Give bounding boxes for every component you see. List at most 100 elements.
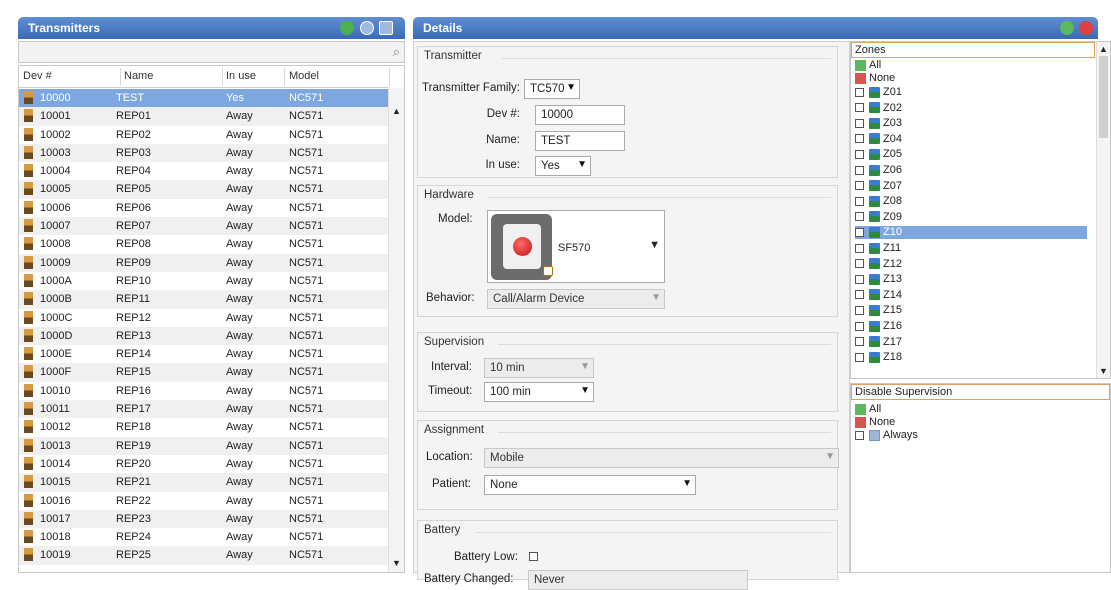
table-row[interactable]: 10003 REP03 Away NC571 [19,143,389,163]
family-select[interactable]: TC570 ▼ [524,79,580,99]
table-row[interactable]: 10015 REP21 Away NC571 [19,473,389,492]
search-input[interactable]: ⌕ [18,41,405,63]
table-row[interactable]: 10009 REP09 Away NC571 [19,253,389,272]
table-row[interactable]: 10005 REP05 Away NC571 [19,180,389,199]
table-row[interactable]: 10007 REP07 Away NC571 [19,217,389,236]
zone-checkbox[interactable] [855,259,864,269]
zone-item[interactable]: Z07 [855,180,902,193]
zone-checkbox[interactable] [855,305,864,315]
zone-item[interactable]: Z16 [855,320,902,333]
table-row[interactable]: 10002 REP02 Away NC571 [19,126,389,144]
zone-item[interactable]: Z03 [855,117,902,130]
behavior-select[interactable]: Call/Alarm Device ▼ [487,289,665,309]
dev-field[interactable]: 10000 [535,105,625,125]
zone-item[interactable]: Z12 [855,258,902,271]
copy-icon[interactable] [360,21,374,35]
zone-item[interactable]: Z18 [855,351,902,364]
zone-icon [869,273,880,285]
table-row[interactable]: 10019 REP25 Away NC571 [19,546,389,565]
table-row[interactable]: 10016 REP22 Away NC571 [19,492,389,510]
table-row[interactable]: 1000E REP14 Away NC571 [19,345,389,363]
zones-all[interactable]: All [855,59,881,72]
table-row[interactable]: 10004 REP04 Away NC571 [19,162,389,180]
column-header-dev[interactable]: Dev # [23,70,52,82]
search-icon[interactable]: ⌕ [393,44,400,60]
table-row[interactable]: 1000F REP15 Away NC571 [19,363,389,382]
table-row[interactable]: 1000B REP11 Away NC571 [19,290,389,309]
name-field[interactable]: TEST [535,131,625,151]
table-row[interactable]: 10010 REP16 Away NC571 [19,382,389,400]
timeout-select[interactable]: 100 min ▼ [484,382,594,402]
location-select[interactable]: Mobile ▼ [484,448,839,468]
disable-supervision-title: Disable Supervision [851,384,1110,400]
table-row[interactable]: 10017 REP23 Away NC571 [19,509,389,529]
column-header-in-use[interactable]: In use [226,70,256,82]
zone-checkbox[interactable] [855,290,864,300]
battery-low-checkbox[interactable] [529,552,538,561]
zone-item[interactable]: Z13 [855,273,902,286]
zone-item[interactable]: Z09 [855,211,902,224]
delete-icon[interactable] [379,21,393,35]
zone-item[interactable]: ✓ Z10 [855,226,1087,240]
zone-checkbox[interactable] [855,321,864,331]
zone-checkbox[interactable] [855,134,864,144]
table-row[interactable]: 1000A REP10 Away NC571 [19,272,389,290]
zone-checkbox[interactable] [855,165,864,175]
table-row[interactable]: 10000 TEST Yes NC571 [19,89,389,108]
scroll-up-icon[interactable]: ▲ [1099,44,1108,54]
zone-checkbox[interactable] [855,352,864,362]
confirm-icon[interactable] [1060,21,1074,35]
zone-item[interactable]: Z08 [855,195,902,208]
disable-all[interactable]: All [855,403,881,416]
zone-item[interactable]: Z14 [855,289,902,302]
zone-item[interactable]: Z15 [855,304,902,317]
disable-item-always[interactable]: Always [855,429,918,442]
zones-none[interactable]: None [855,72,895,85]
zone-checkbox[interactable] [855,212,864,222]
table-row[interactable]: 10014 REP20 Away NC571 [19,455,389,473]
always-checkbox[interactable] [855,430,864,440]
zone-checkbox[interactable] [855,196,864,206]
patient-select[interactable]: None ▼ [484,475,696,495]
table-row[interactable]: 10018 REP24 Away NC571 [19,528,389,546]
zone-checkbox[interactable] [855,149,864,159]
table-row[interactable]: 1000C REP12 Away NC571 [19,309,389,327]
scroll-up-icon[interactable]: ▲ [392,106,401,116]
scroll-down-icon[interactable]: ▼ [392,558,401,568]
table-row[interactable]: 10013 REP19 Away NC571 [19,436,389,455]
model-select[interactable]: SF570 ▼ [487,210,665,283]
zones-scrollbar[interactable]: ▲ ▼ [1096,42,1110,378]
zone-checkbox[interactable]: ✓ [855,227,864,237]
table-row[interactable]: 10001 REP01 Away NC571 [19,107,389,126]
zone-checkbox[interactable] [855,243,864,253]
column-header-name[interactable]: Name [124,70,153,82]
zone-item[interactable]: Z17 [855,336,902,349]
zone-item[interactable]: Z01 [855,86,902,99]
zone-item[interactable]: Z04 [855,133,902,146]
table-row[interactable]: 10011 REP17 Away NC571 [19,400,389,419]
table-row[interactable]: 10008 REP08 Away NC571 [19,235,389,253]
zone-checkbox[interactable] [855,103,864,113]
interval-select[interactable]: 10 min ▼ [484,358,594,378]
table-row[interactable]: 10012 REP18 Away NC571 [19,418,389,436]
scroll-thumb[interactable] [1099,56,1108,138]
column-header-model[interactable]: Model [289,70,319,82]
zone-checkbox[interactable] [855,181,864,191]
scroll-down-icon[interactable]: ▼ [1099,366,1108,376]
zone-checkbox[interactable] [855,274,864,284]
transmitter-icon [24,328,33,342]
cancel-icon[interactable] [1079,21,1093,35]
table-scrollbar[interactable]: ▲ ▼ [388,88,404,572]
table-row[interactable]: 1000D REP13 Away NC571 [19,326,389,346]
table-row[interactable]: 10006 REP06 Away NC571 [19,199,389,217]
zone-checkbox[interactable] [855,337,864,347]
zone-item[interactable]: Z06 [855,164,902,177]
zone-checkbox[interactable] [855,118,864,128]
zone-item[interactable]: Z02 [855,102,902,115]
add-icon[interactable] [340,21,354,35]
zone-item[interactable]: Z05 [855,148,902,161]
disable-none[interactable]: None [855,416,895,429]
in-use-select[interactable]: Yes ▼ [535,156,591,176]
zone-checkbox[interactable] [855,87,864,97]
zone-item[interactable]: Z11 [855,242,901,255]
